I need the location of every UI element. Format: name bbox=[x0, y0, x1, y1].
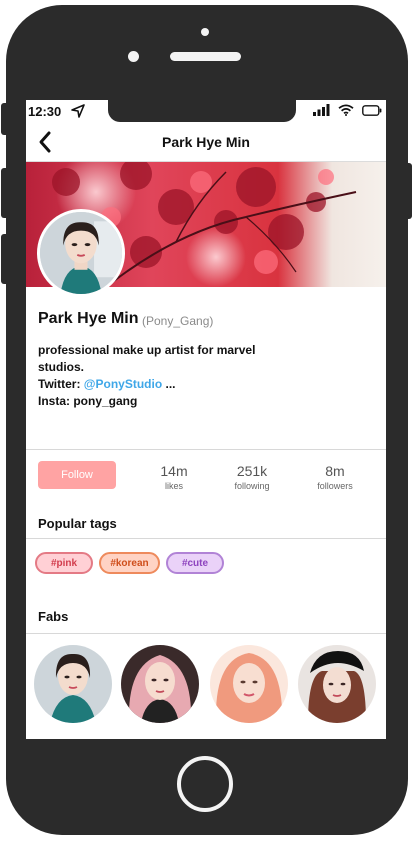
divider bbox=[26, 538, 386, 539]
sensor-dot bbox=[201, 28, 209, 36]
stat-label: following bbox=[234, 481, 270, 491]
twitter-link[interactable]: @PonyStudio bbox=[84, 377, 162, 391]
divider bbox=[26, 449, 386, 450]
stat-value: 251k bbox=[236, 463, 268, 479]
follow-button[interactable]: Follow bbox=[38, 461, 116, 489]
app-screen: 12:30 Park Hye Min Park Hye Min (Pony_Ga… bbox=[26, 100, 386, 739]
divider bbox=[26, 633, 386, 634]
profile-avatar[interactable] bbox=[37, 209, 125, 297]
status-icons bbox=[313, 104, 382, 116]
fab-avatar[interactable] bbox=[34, 645, 112, 723]
bio-insta: Insta: pony_gang bbox=[38, 393, 298, 410]
profile-bio: professional make up artist for marvel s… bbox=[38, 342, 298, 410]
popular-tags-title: Popular tags bbox=[38, 516, 117, 531]
bio-line-1: professional make up artist for marvel bbox=[38, 343, 256, 357]
profile-name: Park Hye Min bbox=[38, 310, 139, 327]
battery-icon bbox=[362, 104, 382, 116]
fabs-title: Fabs bbox=[38, 609, 69, 624]
twitter-label: Twitter: bbox=[38, 377, 84, 391]
nav-header: Park Hye Min bbox=[26, 124, 386, 162]
stat-label: followers bbox=[317, 481, 353, 491]
twitter-more[interactable]: ... bbox=[162, 377, 175, 391]
stat-followers: 8m followers bbox=[305, 463, 365, 491]
front-camera bbox=[128, 51, 139, 62]
stat-label: likes bbox=[164, 481, 183, 491]
fab-avatar[interactable] bbox=[298, 645, 376, 723]
notch bbox=[108, 100, 296, 122]
stat-likes: 14m likes bbox=[144, 463, 204, 491]
profile-handle: (Pony_Gang) bbox=[142, 314, 214, 328]
insta-label: Insta: bbox=[38, 394, 74, 408]
fab-avatar[interactable] bbox=[210, 645, 288, 723]
fab-avatar[interactable] bbox=[121, 645, 199, 723]
wifi-icon bbox=[338, 104, 354, 116]
status-time: 12:30 bbox=[28, 104, 62, 119]
tag-korean[interactable]: #korean bbox=[99, 552, 160, 574]
stat-following: 251k following bbox=[222, 463, 282, 491]
page-title: Park Hye Min bbox=[162, 134, 250, 150]
tag-pink[interactable]: #pink bbox=[35, 552, 93, 574]
tag-cute[interactable]: #cute bbox=[166, 552, 224, 574]
earpiece-speaker bbox=[170, 52, 241, 61]
stat-value: 8m bbox=[325, 463, 345, 479]
bio-line-2: studios. bbox=[38, 360, 85, 374]
stat-value: 14m bbox=[160, 463, 188, 479]
location-arrow-icon bbox=[71, 104, 85, 118]
insta-handle: pony_gang bbox=[73, 394, 138, 408]
bio-twitter: Twitter: @PonyStudio ... bbox=[38, 376, 298, 393]
signal-icon bbox=[313, 104, 330, 116]
home-button[interactable] bbox=[177, 756, 233, 812]
